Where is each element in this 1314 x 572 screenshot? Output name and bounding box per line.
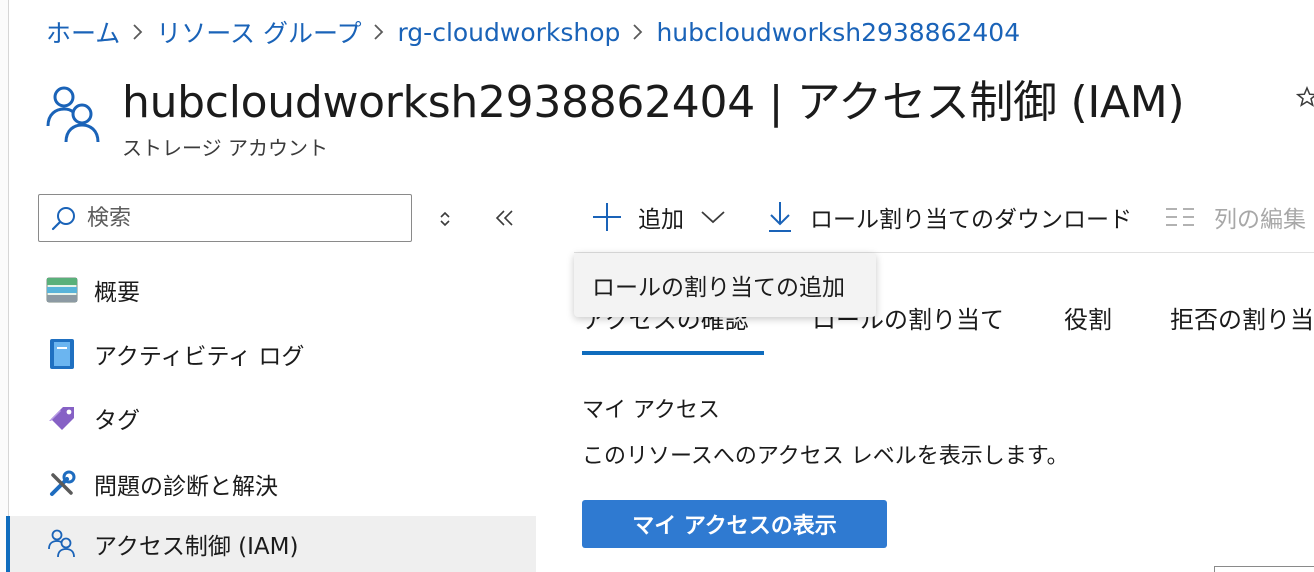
- tag-icon: [46, 402, 78, 434]
- sidebar-item-label: 問題の診断と解決: [94, 474, 278, 500]
- people-icon: [44, 84, 104, 148]
- add-button-label: 追加: [638, 207, 684, 233]
- activity-log-icon: [46, 338, 78, 370]
- sidebar-item-activity-log[interactable]: アクティビティ ログ: [6, 326, 536, 382]
- add-button[interactable]: 追加: [590, 196, 726, 238]
- download-role-assignments-button[interactable]: ロール割り当てのダウンロード: [766, 196, 1132, 238]
- sidebar-item-label: タグ: [94, 408, 140, 434]
- collapse-sidebar-icon[interactable]: [490, 203, 520, 233]
- sort-icon[interactable]: [432, 206, 458, 232]
- view-my-access-button[interactable]: マイ アクセスの表示: [582, 500, 887, 548]
- edit-columns-label: 列の編集: [1214, 207, 1306, 233]
- sidebar-item-overview[interactable]: 概要: [6, 262, 536, 318]
- sidebar-item-iam[interactable]: アクセス制御 (IAM): [6, 516, 536, 572]
- people-icon: [46, 528, 78, 560]
- tab-roles[interactable]: 役割: [1064, 300, 1112, 342]
- page-title: hubcloudworksh2938862404 | アクセス制御 (IAM): [122, 77, 1185, 128]
- breadcrumb-resource-group[interactable]: rg-cloudworkshop: [397, 18, 620, 47]
- search-icon: [51, 207, 75, 231]
- sidebar-item-label: アクセス制御 (IAM): [94, 534, 299, 560]
- breadcrumb-storage-account[interactable]: hubcloudworksh2938862404: [656, 18, 1020, 47]
- wrench-icon: [46, 468, 78, 500]
- my-access-description: このリソースへのアクセス レベルを表示します。: [582, 444, 1069, 469]
- favorite-star-icon[interactable]: [1295, 86, 1314, 108]
- download-icon: [769, 202, 791, 232]
- search-input[interactable]: [87, 205, 387, 231]
- tab-deny-assignments[interactable]: 拒否の割り当て: [1170, 300, 1314, 342]
- sidebar-item-label: アクティビティ ログ: [94, 344, 305, 370]
- active-tab-indicator: [582, 351, 764, 355]
- sidebar-item-tags[interactable]: タグ: [6, 390, 536, 446]
- edit-columns-button[interactable]: 列の編集: [1164, 196, 1306, 238]
- breadcrumb: ホーム リソース グループ rg-cloudworkshop hubcloudw…: [46, 14, 1020, 50]
- columns-icon: [1166, 208, 1194, 226]
- my-access-heading: マイ アクセス: [582, 398, 720, 423]
- panel-corner-fragment: [1214, 566, 1314, 572]
- sidebar-item-diagnose[interactable]: 問題の診断と解決: [6, 456, 536, 512]
- chevron-right-icon: [620, 23, 656, 41]
- chevron-down-icon: [701, 211, 725, 224]
- breadcrumb-home[interactable]: ホーム: [46, 14, 120, 50]
- plus-icon: [593, 203, 621, 231]
- sidebar-search[interactable]: [38, 194, 412, 242]
- chevron-right-icon: [361, 23, 397, 41]
- sidebar-item-label: 概要: [94, 280, 140, 306]
- page-subtitle: ストレージ アカウント: [122, 136, 328, 160]
- overview-icon: [46, 274, 78, 306]
- chevron-right-icon: [120, 23, 156, 41]
- download-button-label: ロール割り当てのダウンロード: [810, 207, 1132, 233]
- add-role-assignment-tooltip: ロールの割り当ての追加: [574, 253, 876, 317]
- breadcrumb-resource-groups[interactable]: リソース グループ: [156, 14, 361, 50]
